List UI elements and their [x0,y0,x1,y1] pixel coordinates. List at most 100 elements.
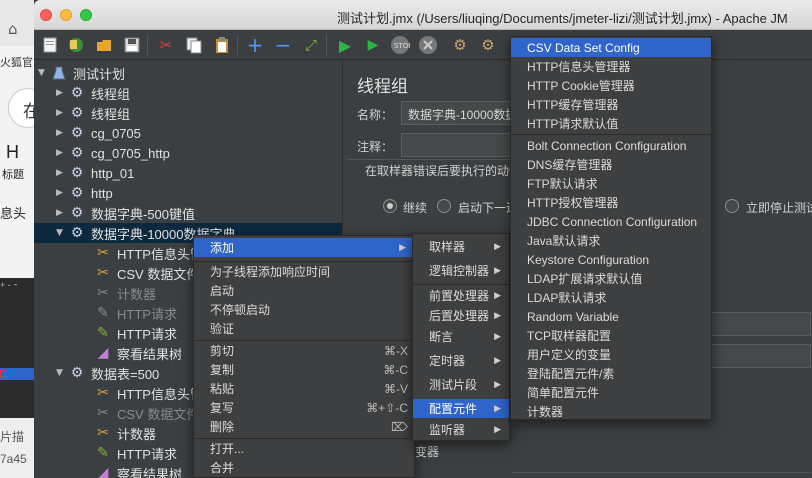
menu-item[interactable]: 复制 ⌘-C [194,360,414,379]
menu-item[interactable]: 删除 ⌦ [194,417,414,436]
collapse-icon[interactable]: − [272,33,294,57]
menu-item[interactable]: 启动 [194,281,414,300]
config-item[interactable]: LDAP默认请求 [511,288,711,307]
tree-node[interactable]: ▶ ⚙ cg_0705_http [56,143,170,163]
paste-icon[interactable] [211,34,233,56]
config-item[interactable]: LDAP扩展请求默认值 [511,269,711,288]
tree-node[interactable]: ▶ ⚙ 线程组 [56,83,130,103]
submenu-item-config-element[interactable]: 配置元件 ▶ [413,399,509,418]
config-item[interactable]: CSV Data Set Config [511,38,711,57]
tree-node[interactable]: ▼ ⚙ 数据表=500 [56,363,159,383]
submenu-item-assertion[interactable]: 断言 ▶ [413,327,509,346]
submenu-item-post-processor[interactable]: 后置处理器 ▶ [413,306,509,325]
config-item[interactable]: 简单配置元件 [511,383,711,402]
tree-node[interactable]: ✂ HTTP信息头管 [82,243,203,263]
tree-node[interactable]: ▼ 测试计划 [38,63,125,83]
config-item[interactable]: TCP取样器配置 [511,326,711,345]
title-bar[interactable]: 测试计划.jmx (/Users/liuqing/Documents/jmete… [34,0,812,30]
minimize-window-button[interactable] [60,9,72,21]
tree-node[interactable]: ▶ ⚙ 线程组 [56,103,130,123]
tree-node[interactable]: ✂ CSV 数据文件 [82,403,199,423]
tree-node[interactable]: ✂ HTTP信息头管 [82,383,203,403]
chevron-down-icon[interactable]: ▼ [56,228,68,238]
tree-node[interactable]: ◢ 察看结果树 [82,463,182,478]
tree-node[interactable]: ✎ HTTP请求 [82,303,177,323]
zoom-window-button[interactable] [80,9,92,21]
chevron-right-icon[interactable]: ▶ [56,108,68,118]
menu-item[interactable]: 验证 [194,319,414,338]
submenu-item-pre-processor[interactable]: 前置处理器 ▶ [413,286,509,305]
copy-icon[interactable] [183,34,205,56]
submenu-item-timer[interactable]: 定时器 ▶ [413,351,509,370]
config-item[interactable]: HTTP信息头管理器 [511,57,711,76]
config-item[interactable]: Keystore Configuration [511,250,711,269]
menu-item[interactable]: 剪切 ⌘-X [194,341,414,360]
panel-title: 线程组 [357,77,408,96]
menu-item[interactable]: 为子线程添加响应时间 [194,262,414,281]
config-item[interactable]: FTP默认请求 [511,174,711,193]
tree-node[interactable]: ▶ ⚙ cg_0705 [56,123,141,143]
menu-item-add[interactable]: 添加 ▶ [194,238,414,257]
config-item[interactable]: Java默认请求 [511,231,711,250]
config-item[interactable]: 计数器 [511,402,711,421]
config-item[interactable]: HTTP授权管理器 [511,193,711,212]
menu-item[interactable]: 粘贴 ⌘-V [194,379,414,398]
config-item[interactable]: Random Variable [511,307,711,326]
templates-icon[interactable] [65,34,87,56]
chevron-right-icon[interactable]: ▶ [56,168,68,178]
config-item[interactable]: HTTP Cookie管理器 [511,76,711,95]
comment-field[interactable] [401,133,511,157]
config-item[interactable]: 登陆配置元件/素 [511,364,711,383]
config-item[interactable]: JDBC Connection Configuration [511,212,711,231]
config-item[interactable]: 用户定义的变量 [511,345,711,364]
config-item[interactable]: Bolt Connection Configuration [511,136,711,155]
menu-item[interactable]: 打开... [194,439,414,458]
radio-continue[interactable] [383,199,397,213]
tree-node[interactable]: ✂ 计数器 [82,283,156,303]
chevron-right-icon[interactable]: ▶ [56,208,68,218]
clear-icon[interactable]: ⚙ [449,34,471,56]
radio-stop-now[interactable] [725,199,739,213]
menu-item[interactable]: 合并 [194,458,414,477]
chevron-right-icon[interactable]: ▶ [56,128,68,138]
expand-icon[interactable]: + [244,33,266,57]
config-item[interactable]: HTTP缓存管理器 [511,95,711,114]
submenu-item-sampler[interactable]: 取样器 ▶ [413,237,509,256]
chevron-right-icon[interactable]: ▶ [56,148,68,158]
stop-icon[interactable]: STOP [389,34,411,56]
chevron-down-icon[interactable]: ▼ [56,368,68,378]
name-field[interactable]: 数据字典-10000数据 [401,101,511,125]
chevron-right-icon[interactable]: ▶ [56,188,68,198]
new-icon[interactable] [39,34,61,56]
tree-node[interactable]: ◢ 察看结果树 [82,343,182,363]
error-action-label: 在取样器错误后要执行的动作 [365,164,522,178]
radio-continue-label: 继续 [403,201,428,215]
save-icon[interactable] [121,34,143,56]
menu-item[interactable]: 复写 ⌘+⇧-C [194,398,414,417]
config-item[interactable]: HTTP请求默认值 [511,114,711,133]
chevron-down-icon[interactable]: ▼ [38,68,50,78]
shutdown-icon[interactable] [417,34,439,56]
clear-all-icon[interactable]: ⚙ [477,34,499,56]
cut-icon[interactable]: ✂ [155,34,177,56]
start-icon[interactable]: ▶ [334,34,356,56]
tree-node[interactable]: ✎ HTTP请求 [82,443,177,463]
chevron-right-icon[interactable]: ▶ [56,88,68,98]
radio-next-loop[interactable] [437,199,451,213]
toggle-icon[interactable]: ⤢ [300,34,322,56]
menu-item[interactable]: 不停顿启动 [194,300,414,319]
tree-node[interactable]: ✂ CSV 数据文件 [82,263,199,283]
tree-node[interactable]: ✎ HTTP请求 [82,323,177,343]
close-window-button[interactable] [40,9,52,21]
submenu-item-test-fragment[interactable]: 测试片段 ▶ [413,375,509,394]
tree-node[interactable]: ▶ ⚙ http [56,183,113,203]
open-icon[interactable] [93,34,115,56]
submenu-item-logic-controller[interactable]: 逻辑控制器 ▶ [413,261,509,280]
config-item[interactable]: DNS缓存管理器 [511,155,711,174]
tree-node-label: 数据字典-500键值 [91,206,196,222]
tree-node[interactable]: ▶ ⚙ http_01 [56,163,134,183]
submenu-item-listener[interactable]: 监听器 ▶ [413,420,509,439]
tree-node[interactable]: ▶ ⚙ 数据字典-500键值 [56,203,195,223]
tree-node[interactable]: ✂ 计数器 [82,423,156,443]
start-no-pause-icon[interactable]: ▶ [362,34,384,56]
